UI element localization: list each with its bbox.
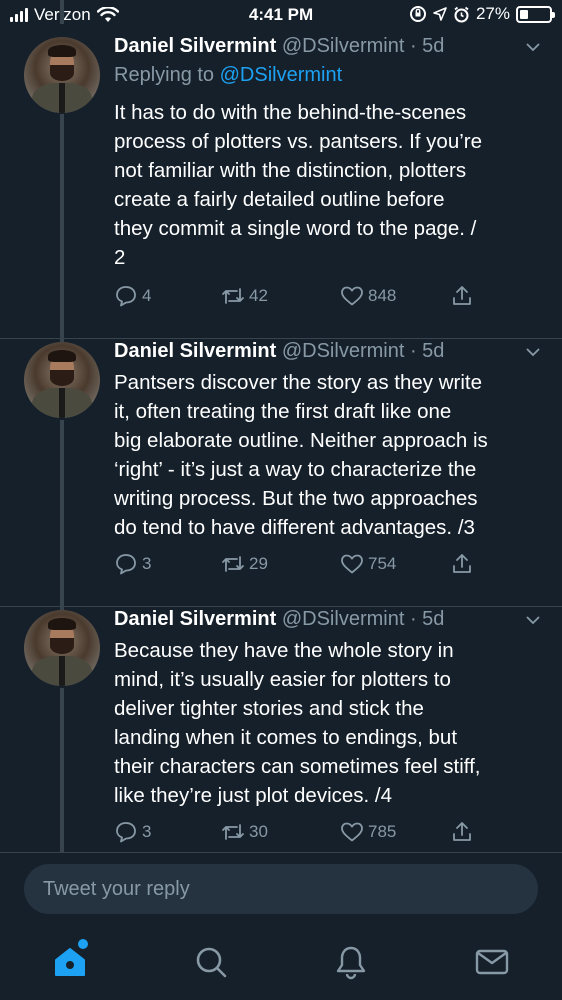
thread-line <box>60 114 64 338</box>
reply-count: 3 <box>142 822 152 841</box>
reply-icon <box>116 822 136 843</box>
tweet-text: It has to do with the behind-the-scenes … <box>114 101 483 269</box>
thread-line <box>60 420 64 606</box>
tweet-age: · 5d <box>409 340 445 362</box>
replying-to-mention[interactable]: @DSilvermint <box>220 64 343 86</box>
avatar[interactable] <box>24 610 100 686</box>
tweet-age: · 5d <box>409 608 445 630</box>
display-name[interactable]: Daniel Silvermint <box>114 340 276 362</box>
like-count: 785 <box>368 822 397 841</box>
share-button[interactable] <box>450 284 474 308</box>
reply-button[interactable]: 4 <box>114 284 151 308</box>
heart-icon <box>341 554 363 574</box>
share-icon <box>453 554 471 573</box>
reply-input[interactable]: Tweet your reply <box>24 864 538 914</box>
retweet-icon <box>222 824 244 840</box>
like-button[interactable]: 848 <box>340 284 396 308</box>
avatar[interactable] <box>24 37 100 113</box>
tweet[interactable]: Daniel Silvermint @DSilvermint · 5d Beca… <box>0 607 562 852</box>
heart-icon <box>341 286 363 306</box>
retweet-count: 42 <box>249 286 268 305</box>
tweet-header: Daniel Silvermint @DSilvermint · 5d <box>114 340 444 363</box>
reply-button[interactable]: 3 <box>114 820 151 844</box>
tweet[interactable]: Daniel Silvermint @DSilvermint · 5d Pant… <box>0 339 562 606</box>
user-handle[interactable]: @DSilvermint <box>282 35 405 57</box>
display-name[interactable]: Daniel Silvermint <box>114 608 276 630</box>
user-handle[interactable]: @DSilvermint <box>282 608 405 630</box>
thread-line <box>60 688 64 852</box>
like-count: 754 <box>368 554 397 573</box>
retweet-button[interactable]: 30 <box>221 820 268 844</box>
heart-icon <box>341 822 363 842</box>
reply-button[interactable]: 3 <box>114 552 151 576</box>
home-icon[interactable] <box>52 944 88 980</box>
tweet-header: Daniel Silvermint @DSilvermint · 5d <box>114 35 444 58</box>
display-name[interactable]: Daniel Silvermint <box>114 35 276 57</box>
reply-count: 4 <box>142 286 152 305</box>
replying-to: Replying to @DSilvermint <box>114 64 342 87</box>
reply-placeholder: Tweet your reply <box>43 878 190 900</box>
tweet-age: · 5d <box>409 35 445 57</box>
like-button[interactable]: 785 <box>340 820 396 844</box>
avatar[interactable] <box>24 342 100 418</box>
tweet-header: Daniel Silvermint @DSilvermint · 5d <box>114 608 444 631</box>
notifications-icon[interactable] <box>333 944 369 980</box>
tweet-text: Because they have the whole story in min… <box>114 639 481 807</box>
share-icon <box>453 822 471 841</box>
replying-to-label: Replying to <box>114 64 220 86</box>
chevron-down-icon[interactable] <box>526 40 540 54</box>
tab-bar <box>0 930 562 1000</box>
like-count: 848 <box>368 286 397 305</box>
user-handle[interactable]: @DSilvermint <box>282 340 405 362</box>
composer-divider <box>0 852 562 853</box>
share-button[interactable] <box>450 552 474 576</box>
retweet-button[interactable]: 29 <box>221 552 268 576</box>
search-icon[interactable] <box>193 944 229 980</box>
new-content-dot <box>78 939 88 949</box>
share-icon <box>453 286 471 305</box>
like-button[interactable]: 754 <box>340 552 396 576</box>
messages-icon[interactable] <box>474 944 510 980</box>
reply-icon <box>116 286 136 307</box>
reply-icon <box>116 554 136 575</box>
tweet[interactable]: Daniel Silvermint @DSilvermint · 5d Repl… <box>0 0 562 338</box>
reply-count: 3 <box>142 554 152 573</box>
retweet-icon <box>222 556 244 572</box>
tweet-text: Pantsers discover the story as they writ… <box>114 371 488 539</box>
share-button[interactable] <box>450 820 474 844</box>
chevron-down-icon[interactable] <box>526 345 540 359</box>
retweet-count: 30 <box>249 822 268 841</box>
retweet-count: 29 <box>249 554 268 573</box>
chevron-down-icon[interactable] <box>526 613 540 627</box>
retweet-button[interactable]: 42 <box>221 284 268 308</box>
thread-line <box>60 0 64 24</box>
retweet-icon <box>222 288 244 304</box>
